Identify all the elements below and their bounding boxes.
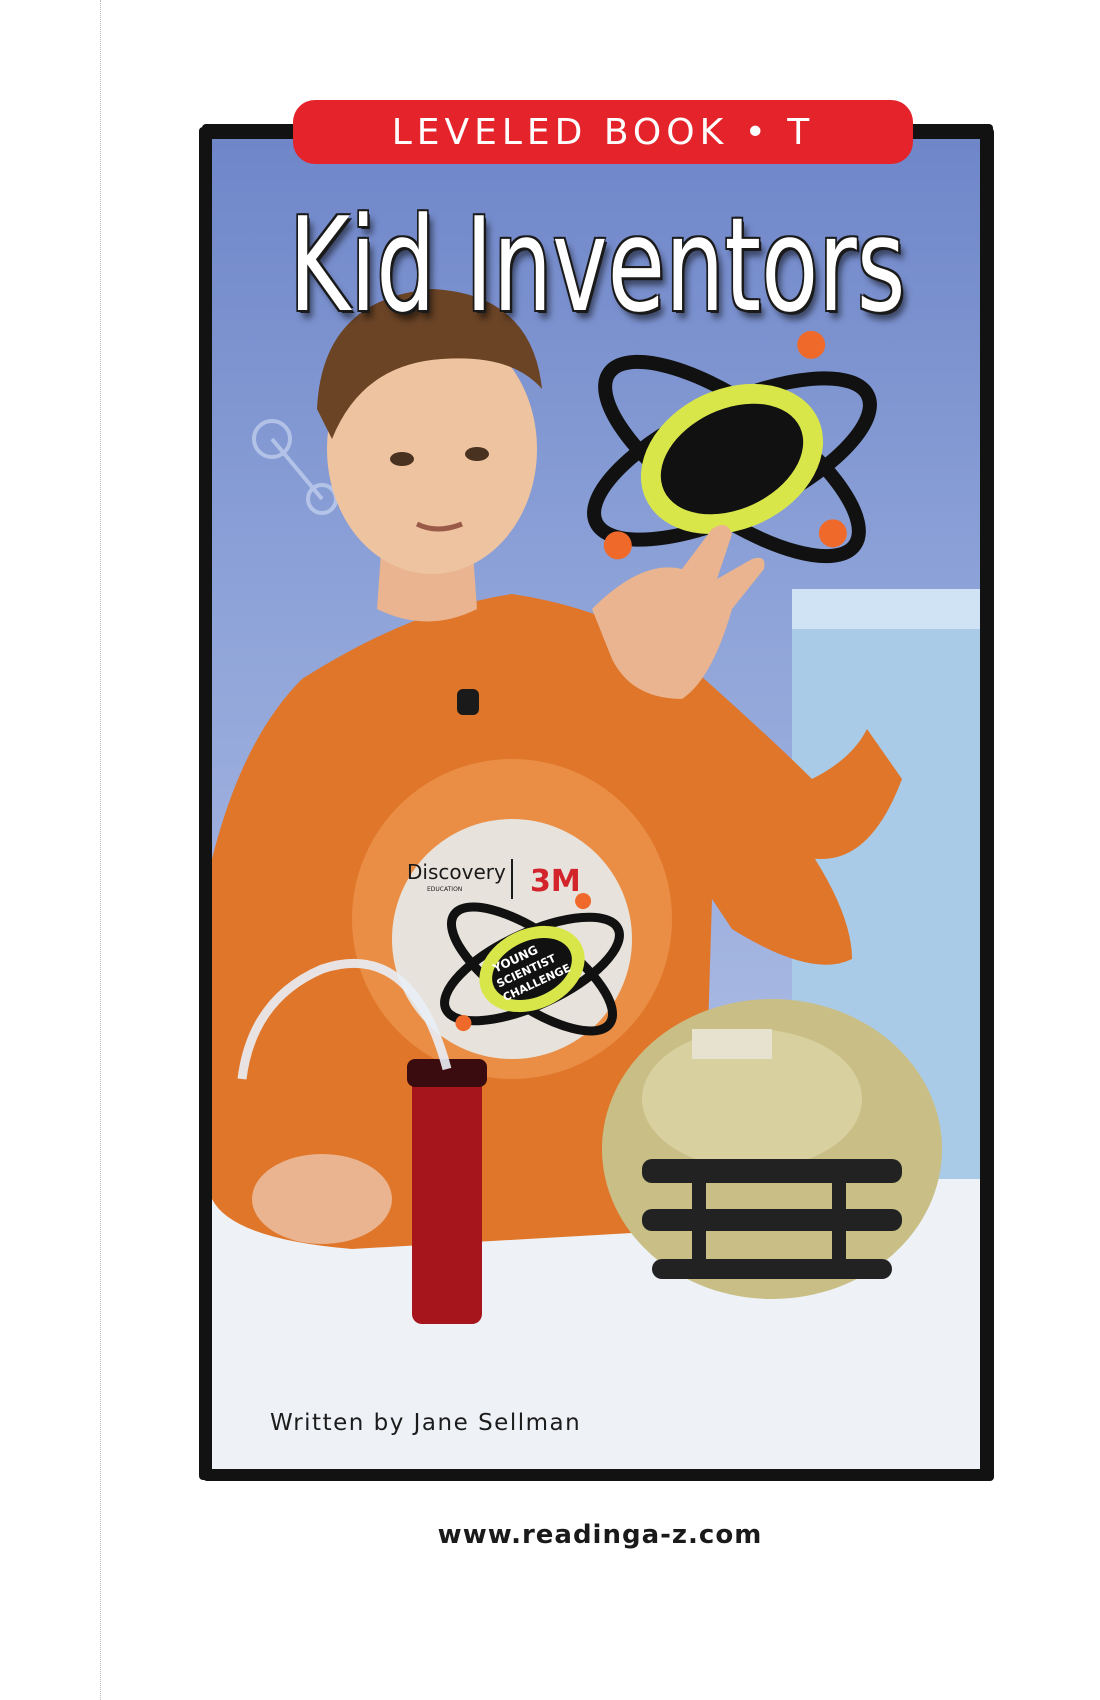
book-title: Kid Inventors bbox=[288, 189, 906, 341]
sponsor-3m-text: 3M bbox=[530, 864, 581, 899]
sponsor-discovery-text: Discovery bbox=[407, 860, 506, 884]
author-credit: Written by Jane Sellman bbox=[270, 1410, 582, 1436]
page-fold-line bbox=[100, 0, 101, 1700]
sponsor-discovery-subtext: EDUCATION bbox=[427, 886, 462, 893]
leveled-book-label: LEVELED BOOK • T bbox=[391, 111, 815, 153]
website-url[interactable]: www.readinga-z.com bbox=[0, 1520, 1100, 1550]
football-helmet bbox=[602, 999, 942, 1299]
leveled-book-banner: LEVELED BOOK • T bbox=[293, 100, 913, 164]
